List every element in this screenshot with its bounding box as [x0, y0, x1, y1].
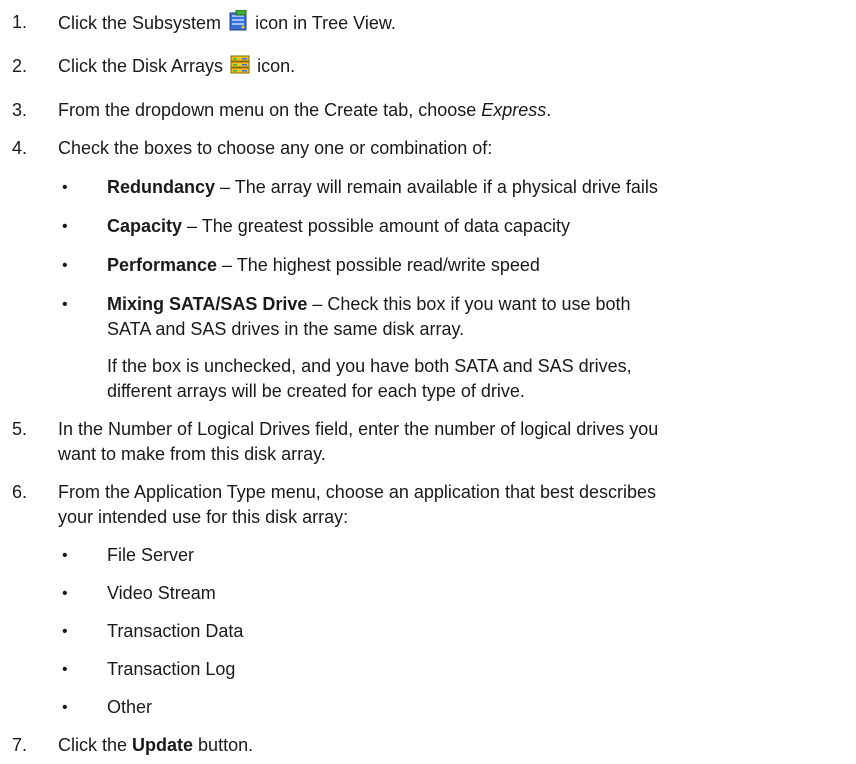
express-option: Express	[481, 100, 547, 120]
app-type-label: Other	[107, 697, 153, 717]
option-term: Mixing SATA/SAS Drive	[107, 294, 308, 314]
step-text: Check the boxes to choose any one or com…	[58, 138, 493, 158]
option-term: Redundancy	[107, 177, 216, 197]
step-number: 1.	[12, 12, 28, 32]
subsystem-icon	[228, 9, 248, 39]
step-number: 3.	[12, 100, 28, 120]
step-text: Click the Disk Arrays	[58, 56, 224, 76]
option-desc-cont: SATA and SAS drives in the same disk arr…	[107, 319, 465, 339]
step-number: 4.	[12, 138, 28, 158]
option-desc: – The highest possible read/write speed	[217, 255, 540, 275]
note-text: If the box is unchecked, and you have bo…	[107, 356, 632, 376]
option-desc: – The array will remain available if a p…	[215, 177, 658, 197]
option-desc: – Check this box if you want to use both	[307, 294, 631, 314]
bullet: •	[62, 296, 68, 313]
step-number: 2.	[12, 56, 28, 76]
bullet: •	[62, 661, 68, 678]
note-text: different arrays will be created for eac…	[107, 381, 525, 401]
app-type-label: Transaction Log	[107, 659, 236, 679]
bullet: •	[62, 699, 68, 716]
bullet: •	[62, 257, 68, 274]
step-number: 5.	[12, 419, 28, 439]
option-term: Capacity	[107, 216, 183, 236]
step-text: From the Application Type menu, choose a…	[58, 482, 657, 502]
update-button-ref: Update	[132, 735, 194, 755]
step-text-end: button.	[193, 735, 254, 755]
bullet: •	[62, 547, 68, 564]
app-type-label: Video Stream	[107, 583, 216, 603]
step-text-end: icon.	[257, 56, 296, 76]
step-text-cont: your intended use for this disk array:	[58, 507, 349, 527]
app-type-label: File Server	[107, 545, 195, 565]
option-desc: – The greatest possible amount of data c…	[182, 216, 570, 236]
step-text: From the dropdown menu on the Create tab…	[58, 100, 482, 120]
step-text: Click the Subsystem	[58, 13, 222, 33]
step-number: 6.	[12, 482, 28, 502]
disk-arrays-icon	[230, 55, 250, 82]
bullet: •	[62, 179, 68, 196]
step-text-end: icon in Tree View.	[255, 13, 396, 33]
step-text: Click the	[58, 735, 133, 755]
bullet: •	[62, 623, 68, 640]
option-term: Performance	[107, 255, 218, 275]
step-text-end: .	[546, 100, 552, 120]
step-text: In the Number of Logical Drives field, e…	[58, 419, 659, 439]
bullet: •	[62, 585, 68, 602]
bullet: •	[62, 218, 68, 235]
step-number: 7.	[12, 735, 28, 755]
app-type-label: Transaction Data	[107, 621, 244, 641]
step-text-cont: want to make from this disk array.	[58, 444, 326, 464]
